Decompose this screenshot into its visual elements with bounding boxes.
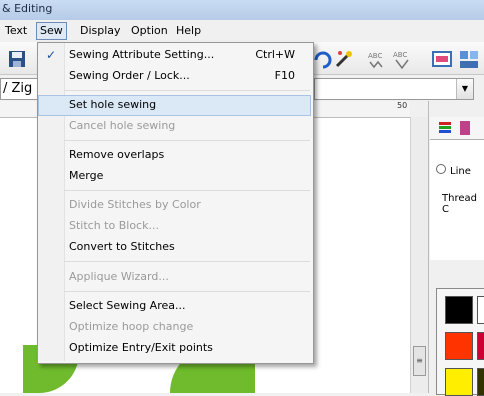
window-title-bar: & Editing [0,0,484,20]
menu-item-optimize-hoop-change[interactable]: Optimize hoop change [38,317,311,338]
color-swatch[interactable] [477,296,484,324]
menu-item-set-hole-sewing[interactable]: Set hole sewing [38,95,311,116]
thread-chart-label: Thread C [442,193,477,215]
menu-item-divide-stitches[interactable]: Divide Stitches by Color [38,195,311,216]
color-swatch[interactable] [477,368,484,396]
menu-separator [64,190,310,191]
menu-item-label: Cancel hole sewing [69,119,176,132]
menu-item-optimize-entry-exit[interactable]: Optimize Entry/Exit points [38,338,311,359]
radio-icon[interactable] [436,164,446,174]
menu-item-sewing-attribute[interactable]: Sewing Attribute Setting... Ctrl+W [38,45,311,66]
tab-color-icon[interactable] [438,121,452,135]
menu-item-label: Merge [69,169,104,182]
save-icon[interactable] [6,48,28,70]
menu-item-label: Set hole sewing [69,98,157,111]
menu-item-label: Applique Wizard... [69,270,169,283]
chevron-down-icon[interactable]: ▼ [456,79,473,99]
menu-item-select-sewing-area[interactable]: Select Sewing Area... [38,296,311,317]
line-radio-label: Line [450,166,471,177]
line-radio[interactable]: Line [436,164,471,177]
menu-bar: Text Sew Display Option Help [0,20,484,42]
panel-tabs [430,117,484,140]
menu-help[interactable]: Help [173,23,204,39]
color-swatch[interactable] [445,296,473,324]
style-combo[interactable]: ▼ [314,78,474,100]
menu-item-label: Stitch to Block... [69,219,159,232]
menu-item-remove-overlaps[interactable]: Remove overlaps [38,145,311,166]
menu-item-applique-wizard[interactable]: Applique Wizard... [38,267,311,288]
color-swatch[interactable] [445,332,473,360]
abc-pattern-icon[interactable]: ABC [391,48,413,70]
menu-item-label: Divide Stitches by Color [69,198,201,211]
menu-item-label: Remove overlaps [69,148,165,161]
menu-text[interactable]: Text [2,23,30,39]
menu-item-label: Sewing Attribute Setting... [69,48,215,61]
menu-item-shortcut: Ctrl+W [255,48,295,61]
abc-stitch-icon[interactable]: ABC [366,48,388,70]
font-select[interactable]: / Zig [0,78,40,100]
ruler-mark: 50 [397,101,408,110]
menu-sew[interactable]: Sew [36,22,67,40]
menu-separator [64,90,310,91]
wand-icon[interactable] [333,48,355,70]
menu-item-stitch-to-block[interactable]: Stitch to Block... [38,216,311,237]
menu-separator [64,261,310,262]
menu-separator [64,291,310,292]
svg-text:ABC: ABC [393,51,407,59]
menu-option[interactable]: Option [128,23,171,39]
menu-item-label: Select Sewing Area... [69,299,186,312]
menu-item-merge[interactable]: Merge [38,166,311,187]
menu-item-label: Convert to Stitches [69,240,175,253]
menu-item-label: Optimize hoop change [69,320,194,333]
menu-item-sewing-order[interactable]: Sewing Order / Lock... F10 [38,66,311,87]
scroll-thumb[interactable]: ≡ [413,346,426,376]
menu-display[interactable]: Display [77,23,124,39]
window-title: & Editing [2,2,53,15]
redo-icon[interactable] [312,48,334,70]
menu-item-convert-to-stitches[interactable]: Convert to Stitches [38,237,311,258]
tab-pink-icon[interactable] [460,121,470,135]
menu-item-shortcut: F10 [274,69,295,82]
menu-item-label: Optimize Entry/Exit points [69,341,213,354]
menu-item-label: Sewing Order / Lock... [69,69,190,82]
svg-text:ABC: ABC [368,52,382,60]
screen-icon[interactable] [431,48,453,70]
color-swatch[interactable] [445,368,473,396]
menu-separator [64,140,310,141]
layout-icon[interactable] [458,48,480,70]
color-swatch[interactable] [477,332,484,360]
menu-item-cancel-hole-sewing[interactable]: Cancel hole sewing [38,116,311,137]
